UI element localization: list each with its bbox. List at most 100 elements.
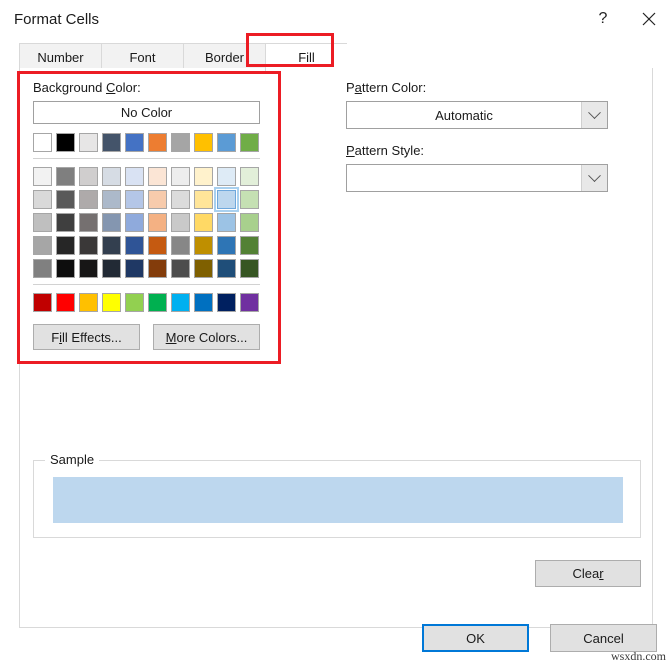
dialog-title-bar: Format Cells ? bbox=[0, 0, 672, 38]
tint-swatch-1-8[interactable] bbox=[214, 187, 239, 212]
standard-color-swatch-1[interactable] bbox=[56, 293, 75, 312]
tint-swatch-2-9[interactable] bbox=[240, 213, 259, 232]
tint-swatch-3-1[interactable] bbox=[56, 236, 75, 255]
tint-swatch-2-5[interactable] bbox=[148, 213, 167, 232]
tint-swatch-2-2[interactable] bbox=[79, 213, 98, 232]
tint-swatch-1-9[interactable] bbox=[240, 190, 259, 209]
tint-swatch-1-3[interactable] bbox=[102, 190, 121, 209]
theme-color-swatch-5[interactable] bbox=[148, 133, 167, 152]
tint-swatch-4-4[interactable] bbox=[125, 259, 144, 278]
fill-tab-panel: Background Color: No Color Fi ll Effects.… bbox=[19, 68, 653, 628]
tint-swatch-0-3[interactable] bbox=[102, 167, 121, 186]
sample-preview bbox=[53, 477, 623, 523]
tint-swatch-0-2[interactable] bbox=[79, 167, 98, 186]
tint-swatch-2-3[interactable] bbox=[102, 213, 121, 232]
sample-group: Sample bbox=[33, 452, 641, 538]
theme-tint-row-1 bbox=[33, 187, 265, 212]
tint-swatch-1-6[interactable] bbox=[171, 190, 190, 209]
tint-swatch-3-6[interactable] bbox=[171, 236, 190, 255]
standard-color-swatch-9[interactable] bbox=[240, 293, 259, 312]
theme-color-swatch-4[interactable] bbox=[125, 133, 144, 152]
tint-swatch-3-7[interactable] bbox=[194, 236, 213, 255]
tint-swatch-4-9[interactable] bbox=[240, 259, 259, 278]
chevron-down-icon[interactable] bbox=[581, 102, 607, 128]
pattern-style-label: Pattern Style: bbox=[346, 143, 425, 158]
tint-swatch-3-5[interactable] bbox=[148, 236, 167, 255]
theme-tint-row-0 bbox=[33, 167, 265, 186]
tint-swatch-1-7[interactable] bbox=[194, 190, 213, 209]
tint-swatch-3-4[interactable] bbox=[125, 236, 144, 255]
tint-swatch-3-2[interactable] bbox=[79, 236, 98, 255]
standard-color-swatch-5[interactable] bbox=[148, 293, 167, 312]
tint-swatch-2-1[interactable] bbox=[56, 213, 75, 232]
tint-swatch-3-3[interactable] bbox=[102, 236, 121, 255]
theme-color-swatch-9[interactable] bbox=[240, 133, 259, 152]
tint-swatch-1-1[interactable] bbox=[56, 190, 75, 209]
theme-color-swatch-2[interactable] bbox=[79, 133, 98, 152]
theme-tint-row-4 bbox=[33, 259, 265, 278]
pattern-color-label: Pattern Color: bbox=[346, 80, 427, 95]
standard-color-swatch-7[interactable] bbox=[194, 293, 213, 312]
tint-swatch-0-0[interactable] bbox=[33, 167, 52, 186]
standard-color-swatch-3[interactable] bbox=[102, 293, 121, 312]
watermark: wsxdn.com bbox=[611, 649, 666, 663]
tint-swatch-0-9[interactable] bbox=[240, 167, 259, 186]
clear-button[interactable]: Clea r bbox=[535, 560, 641, 587]
tint-swatch-0-8[interactable] bbox=[217, 167, 236, 186]
no-color-button[interactable]: No Color bbox=[33, 101, 260, 124]
pattern-color-value: Automatic bbox=[435, 107, 493, 123]
help-icon[interactable]: ? bbox=[580, 0, 626, 38]
tint-swatch-4-7[interactable] bbox=[194, 259, 213, 278]
tint-swatch-2-0[interactable] bbox=[33, 213, 52, 232]
tint-swatch-0-1[interactable] bbox=[56, 167, 75, 186]
tint-swatch-3-8[interactable] bbox=[217, 236, 236, 255]
tint-swatch-4-2[interactable] bbox=[79, 259, 98, 278]
tint-swatch-0-6[interactable] bbox=[171, 167, 190, 186]
tint-swatch-1-0[interactable] bbox=[33, 190, 52, 209]
theme-tint-rows bbox=[33, 167, 265, 278]
dialog-footer: OK Cancel wsxdn.com bbox=[0, 620, 672, 665]
tint-swatch-3-9[interactable] bbox=[240, 236, 259, 255]
pattern-style-dropdown[interactable] bbox=[346, 164, 608, 192]
theme-color-swatch-0[interactable] bbox=[33, 133, 52, 152]
standard-color-swatch-8[interactable] bbox=[217, 293, 236, 312]
theme-color-swatch-8[interactable] bbox=[217, 133, 236, 152]
tint-swatch-4-8[interactable] bbox=[217, 259, 236, 278]
tint-swatch-3-0[interactable] bbox=[33, 236, 52, 255]
tint-swatch-1-5[interactable] bbox=[148, 190, 167, 209]
page-title: Format Cells bbox=[14, 10, 100, 28]
title-bar-buttons: ? bbox=[580, 0, 672, 38]
tint-swatch-4-1[interactable] bbox=[56, 259, 75, 278]
theme-color-swatch-7[interactable] bbox=[194, 133, 213, 152]
tint-swatch-2-4[interactable] bbox=[125, 213, 144, 232]
tint-swatch-2-7[interactable] bbox=[194, 213, 213, 232]
tint-swatch-0-4[interactable] bbox=[125, 167, 144, 186]
cancel-button[interactable]: Cancel bbox=[550, 624, 657, 652]
tint-swatch-0-7[interactable] bbox=[194, 167, 213, 186]
tint-swatch-4-5[interactable] bbox=[148, 259, 167, 278]
standard-color-swatch-4[interactable] bbox=[125, 293, 144, 312]
more-colors-button[interactable]: More Colors... bbox=[153, 324, 260, 350]
tint-swatch-4-3[interactable] bbox=[102, 259, 121, 278]
theme-color-swatch-3[interactable] bbox=[102, 133, 121, 152]
tint-swatch-1-4[interactable] bbox=[125, 190, 144, 209]
standard-color-swatch-0[interactable] bbox=[33, 293, 52, 312]
fill-effects-button[interactable]: Fi ll Effects... bbox=[33, 324, 140, 350]
tint-swatch-4-0[interactable] bbox=[33, 259, 52, 278]
theme-color-swatch-1[interactable] bbox=[56, 133, 75, 152]
chevron-down-icon[interactable] bbox=[581, 165, 607, 191]
standard-color-swatch-6[interactable] bbox=[171, 293, 190, 312]
close-icon[interactable] bbox=[626, 0, 672, 38]
tint-swatch-1-2[interactable] bbox=[79, 190, 98, 209]
theme-color-swatch-6[interactable] bbox=[171, 133, 190, 152]
pattern-color-dropdown[interactable]: Automatic bbox=[346, 101, 608, 129]
pattern-style-value bbox=[347, 165, 581, 191]
tab-fill[interactable]: Fill bbox=[265, 43, 347, 72]
standard-color-swatch-2[interactable] bbox=[79, 293, 98, 312]
background-color-buttons: Fi ll Effects... More Colors... bbox=[33, 324, 265, 350]
ok-button[interactable]: OK bbox=[422, 624, 529, 652]
tint-swatch-2-8[interactable] bbox=[217, 213, 236, 232]
tint-swatch-0-5[interactable] bbox=[148, 167, 167, 186]
tint-swatch-2-6[interactable] bbox=[171, 213, 190, 232]
tint-swatch-4-6[interactable] bbox=[171, 259, 190, 278]
